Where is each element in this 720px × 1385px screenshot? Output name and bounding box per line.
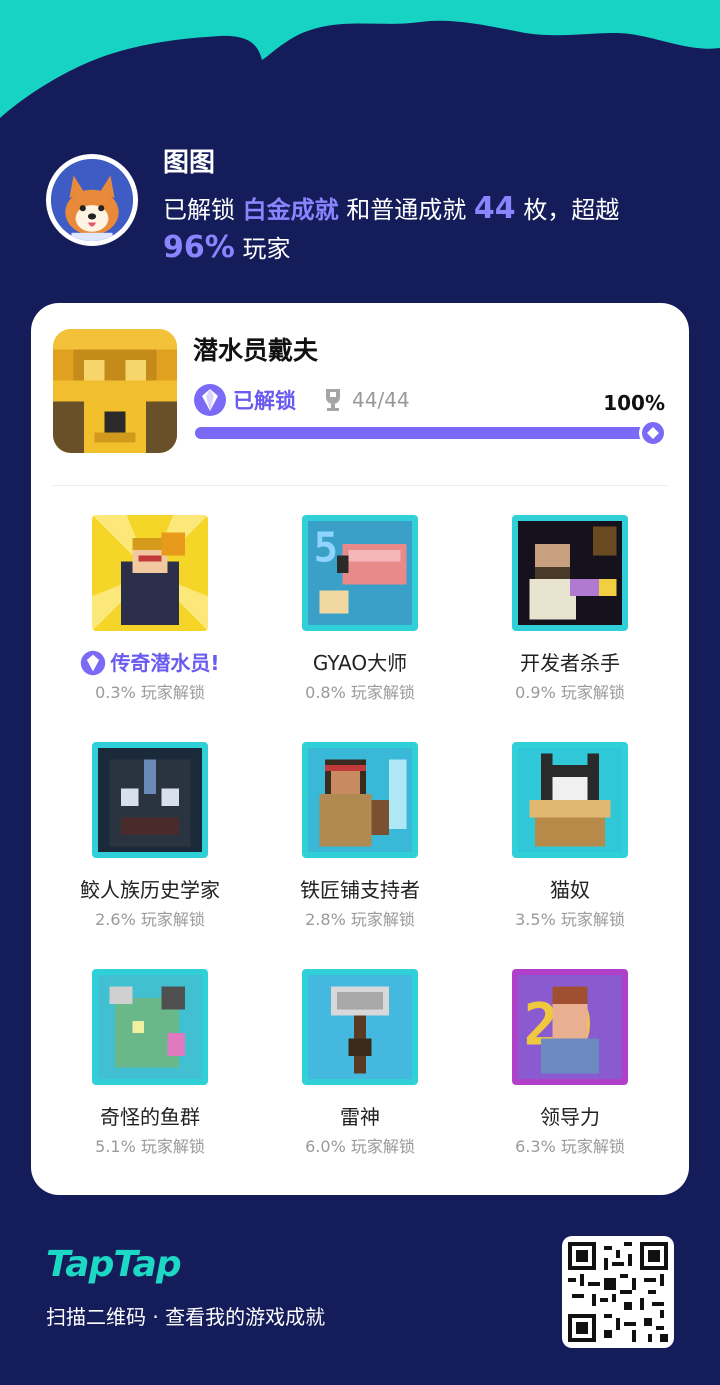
achievement-name: 鲛人族历史学家 [80, 878, 220, 902]
achievement-name: 猫奴 [550, 878, 590, 902]
achievements-count: 44/44 [352, 388, 410, 412]
qr-code-icon [568, 1242, 668, 1342]
achievement-name: GYAO大师 [312, 651, 408, 675]
achievement-rate: 0.3% 玩家解锁 [95, 683, 205, 702]
platinum-gem-icon [194, 384, 226, 416]
achievement-name: 领导力 [540, 1105, 600, 1129]
achievement-rate: 2.6% 玩家解锁 [95, 910, 205, 929]
achievement-item[interactable]: 开发者杀手 0.9% 玩家解锁 [465, 515, 675, 703]
platinum-gem-icon [81, 650, 106, 676]
achievement-rate: 6.0% 玩家解锁 [305, 1137, 415, 1156]
unlock-status-row: 已解锁 44/44 [193, 383, 410, 417]
cat-icon [512, 742, 628, 858]
achievement-name: 奇怪的鱼群 [100, 1105, 200, 1129]
hammer-icon [302, 969, 418, 1085]
achievement-rate: 0.9% 玩家解锁 [515, 683, 625, 702]
achievement-rate: 3.5% 玩家解锁 [515, 910, 625, 929]
footer-caption: 扫描二维码 · 查看我的游戏成就 [46, 1305, 326, 1329]
surpass-percent: 96% [163, 230, 235, 265]
progress-percent: 100% [603, 391, 665, 415]
achievement-rate: 0.8% 玩家解锁 [305, 683, 415, 702]
progress-knob-icon [639, 419, 667, 447]
legend-diver-icon [92, 515, 208, 631]
leader-icon: 20 [512, 969, 628, 1085]
svg-text:5: 5 [314, 523, 338, 571]
fish-icon: 5 [302, 515, 418, 631]
unlock-status: 已解锁 [233, 389, 296, 413]
achievement-rate: 2.8% 玩家解锁 [305, 910, 415, 929]
achievement-item[interactable]: 传奇潜水员! 0.3% 玩家解锁 [45, 515, 255, 703]
achievement-item[interactable]: 猫奴 3.5% 玩家解锁 [465, 742, 675, 930]
achievement-name: 传奇潜水员! [45, 649, 255, 677]
avatar[interactable] [46, 154, 138, 246]
top-wave-decoration [0, 0, 720, 118]
game-icon[interactable] [53, 329, 177, 453]
achievement-rate: 5.1% 玩家解锁 [95, 1137, 205, 1156]
shiba-dog-icon [51, 159, 133, 241]
achievement-rate: 6.3% 玩家解锁 [515, 1137, 625, 1156]
achievement-name: 开发者杀手 [520, 651, 620, 675]
achievement-item[interactable]: 5 GYAO大师 0.8% 玩家解锁 [255, 515, 465, 703]
strange-fish-icon [92, 969, 208, 1085]
progress-bar [195, 419, 667, 447]
trophy-icon [326, 389, 340, 411]
divider [53, 485, 667, 486]
achievement-item[interactable]: 鲛人族历史学家 2.6% 玩家解锁 [45, 742, 255, 930]
taptap-logo: TapTap [46, 1244, 182, 1285]
username: 图图 [163, 148, 216, 178]
game-title: 潜水员戴夫 [193, 336, 319, 365]
platinum-label: 白金成就 [242, 196, 339, 224]
achievement-card: 潜水员戴夫 已解锁 44/44 100% 传奇潜水员! 0.3% 玩家解锁 5 … [31, 303, 689, 1195]
achievement-count: 44 [473, 191, 516, 226]
blacksmith-icon [302, 742, 418, 858]
seapeople-icon [92, 742, 208, 858]
achievement-item[interactable]: 奇怪的鱼群 5.1% 玩家解锁 [45, 969, 255, 1157]
developer-icon [512, 515, 628, 631]
achievement-summary: 已解锁 白金成就 和普通成就 44 枚，超越 96% 玩家 [163, 191, 620, 265]
qr-code[interactable] [562, 1236, 674, 1348]
achievement-item[interactable]: 雷神 6.0% 玩家解锁 [255, 969, 465, 1157]
achievement-item[interactable]: 20 领导力 6.3% 玩家解锁 [465, 969, 675, 1157]
achievement-name: 雷神 [340, 1105, 380, 1129]
achievement-name: 铁匠铺支持者 [300, 878, 420, 902]
progress-fill [195, 427, 657, 439]
achievement-item[interactable]: 铁匠铺支持者 2.8% 玩家解锁 [255, 742, 465, 930]
